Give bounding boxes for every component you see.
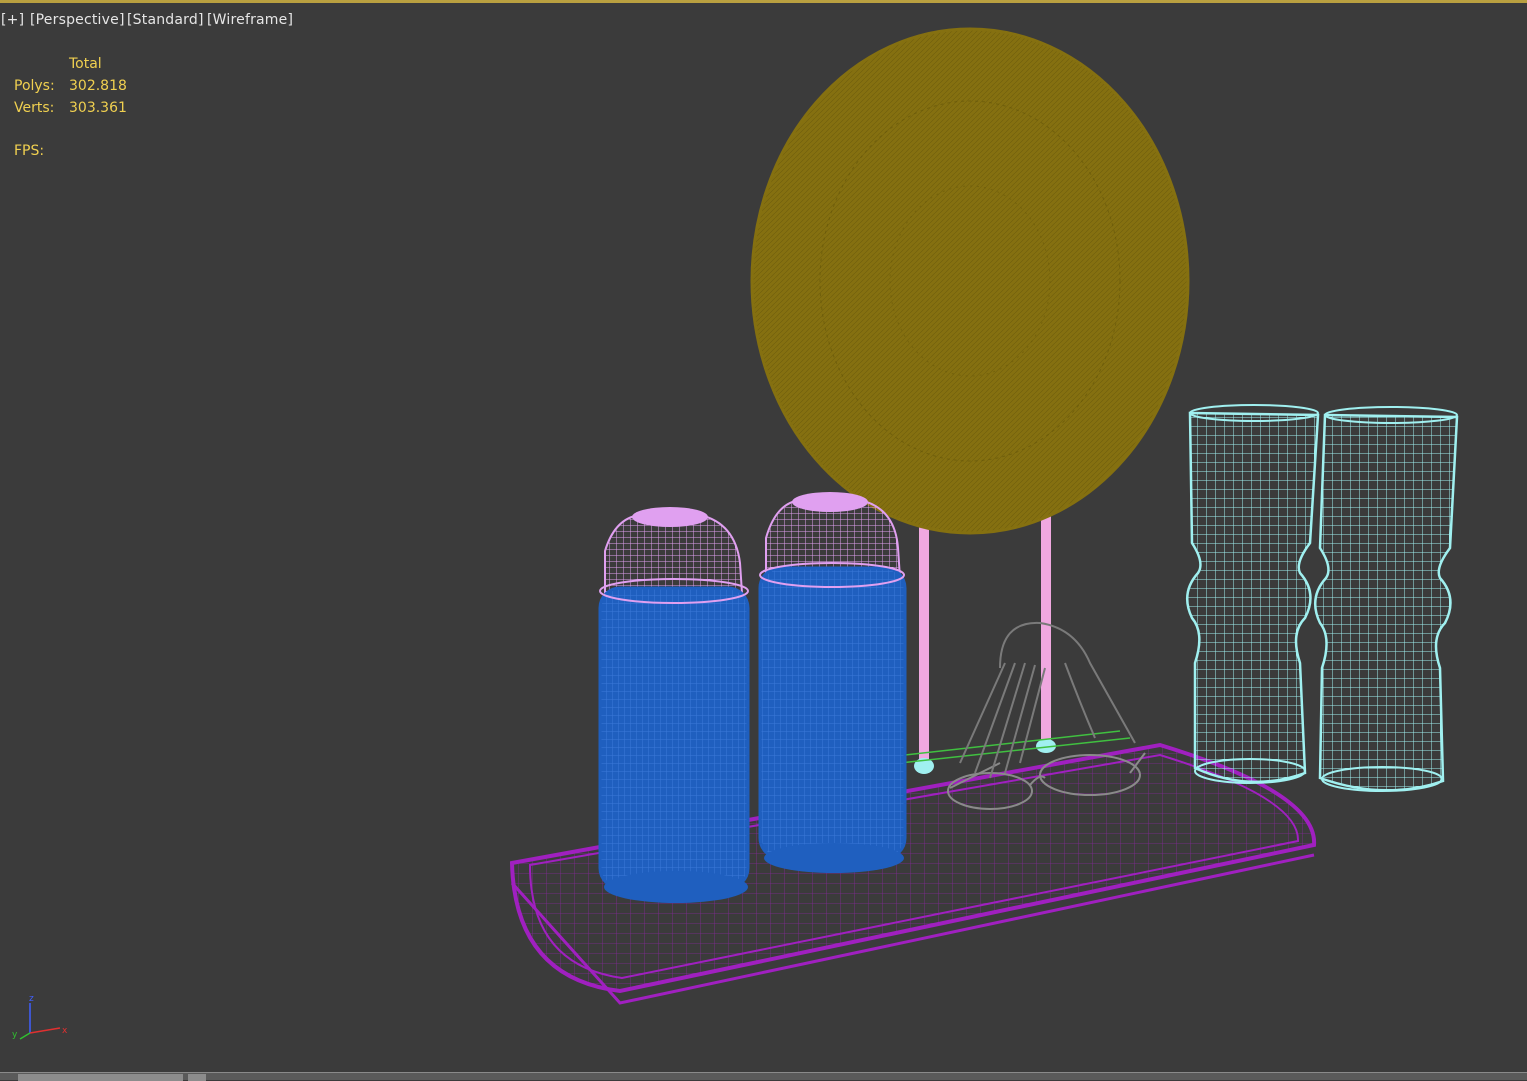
stats-fps-label: FPS: <box>14 143 45 159</box>
viewport-shading-menu[interactable]: [Standard] <box>127 12 204 28</box>
axis-gizmo: z x y <box>12 994 68 1040</box>
stats-verts-label: Verts: <box>14 100 55 116</box>
viewport-view-menu[interactable]: [Perspective] <box>30 12 125 28</box>
stats-total-header: Total <box>69 56 102 72</box>
stats-verts-value: 303.361 <box>69 100 127 116</box>
axis-x-label: x <box>62 1026 68 1036</box>
vase-left[interactable] <box>1185 404 1320 784</box>
round-mirror[interactable] <box>750 27 1190 535</box>
vase-right[interactable] <box>1313 406 1459 792</box>
scene-canvas[interactable]: z x y <box>0 3 1527 1072</box>
axis-y-label: y <box>12 1030 18 1040</box>
bottom-scrollbar[interactable] <box>0 1072 1527 1081</box>
axis-z-label: z <box>29 994 34 1004</box>
stats-polys-value: 302.818 <box>69 78 127 94</box>
viewport-render-mode-menu[interactable]: [Wireframe] <box>207 12 293 28</box>
stats-polys-label: Polys: <box>14 78 55 94</box>
spray-bottle-right[interactable] <box>758 492 907 873</box>
spray-bottle-left[interactable] <box>598 507 750 903</box>
viewport-plus-menu[interactable]: [+] <box>1 12 24 28</box>
perspective-viewport[interactable]: z x y [+] [Perspective] [Standard] [Wire… <box>0 0 1527 1072</box>
